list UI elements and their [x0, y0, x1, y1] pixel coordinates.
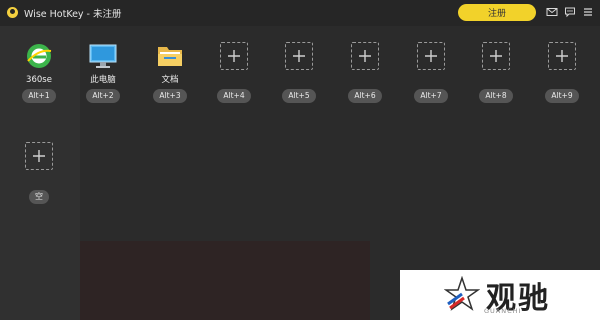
- slot-name: [340, 74, 390, 86]
- app-logo-icon: [7, 7, 18, 18]
- add-slot: [349, 40, 381, 72]
- menu-icon[interactable]: [582, 6, 594, 18]
- hotkey-badge[interactable]: Alt+9: [545, 89, 579, 103]
- slot-name: [274, 74, 324, 86]
- add-icon[interactable]: [220, 42, 248, 70]
- hotkey-badge[interactable]: Alt+2: [86, 89, 120, 103]
- hotkey-slot-2[interactable]: 此电脑 Alt+2: [78, 40, 128, 103]
- add-slot: [480, 40, 512, 72]
- hotkey-slot-3[interactable]: 文档 Alt+3: [145, 40, 195, 103]
- add-icon[interactable]: [482, 42, 510, 70]
- slot-name: 文档: [161, 75, 179, 85]
- folder-icon: [154, 40, 186, 72]
- hotkey-slot-8[interactable]: Alt+8: [471, 40, 521, 103]
- hotkey-slot-7[interactable]: Alt+7: [406, 40, 456, 103]
- register-button[interactable]: 注册: [458, 4, 536, 21]
- add-icon[interactable]: [25, 142, 53, 170]
- hotkey-slot-5[interactable]: Alt+5: [274, 40, 324, 103]
- slot-name: 360se: [26, 75, 52, 85]
- 360se-browser-icon: [23, 40, 55, 72]
- mail-icon[interactable]: [546, 6, 558, 18]
- hotkey-slot-extra[interactable]: 空: [14, 140, 64, 204]
- computer-icon: [87, 40, 119, 72]
- add-slot: [218, 40, 250, 72]
- window-title: Wise HotKey - 未注册: [24, 9, 122, 20]
- empty-slot-badge[interactable]: 空: [29, 190, 49, 204]
- hotkey-slot-9[interactable]: Alt+9: [537, 40, 587, 103]
- feedback-icon[interactable]: [564, 6, 576, 18]
- hotkey-slot-6[interactable]: Alt+6: [340, 40, 390, 103]
- add-icon[interactable]: [417, 42, 445, 70]
- hotkey-badge[interactable]: Alt+4: [217, 89, 251, 103]
- hotkey-badge[interactable]: Alt+3: [153, 89, 187, 103]
- guanchi-star-logo: [444, 276, 480, 311]
- hotkey-badge[interactable]: Alt+1: [22, 89, 56, 103]
- hotkey-badge[interactable]: Alt+6: [348, 89, 382, 103]
- add-icon[interactable]: [351, 42, 379, 70]
- background-banner: [80, 241, 370, 320]
- title-bar: Wise HotKey - 未注册 注册: [0, 0, 600, 26]
- hotkey-badge[interactable]: Alt+8: [479, 89, 513, 103]
- add-slot: [283, 40, 315, 72]
- slot-name: [209, 74, 259, 86]
- slot-name: 此电脑: [90, 75, 116, 85]
- hotkey-slot-1[interactable]: 360se Alt+1: [14, 40, 64, 103]
- add-icon[interactable]: [285, 42, 313, 70]
- add-slot: [23, 140, 55, 172]
- watermark: 观驰 GUANCHI: [400, 270, 600, 320]
- add-slot: [415, 40, 447, 72]
- slot-name: [537, 74, 587, 86]
- watermark-sub: GUANCHI: [484, 307, 522, 315]
- hotkey-badge[interactable]: Alt+5: [282, 89, 316, 103]
- add-icon[interactable]: [548, 42, 576, 70]
- slot-name: [471, 74, 521, 86]
- slot-name: [406, 74, 456, 86]
- add-slot: [546, 40, 578, 72]
- hotkey-badge[interactable]: Alt+7: [414, 89, 448, 103]
- hotkey-slot-4[interactable]: Alt+4: [209, 40, 259, 103]
